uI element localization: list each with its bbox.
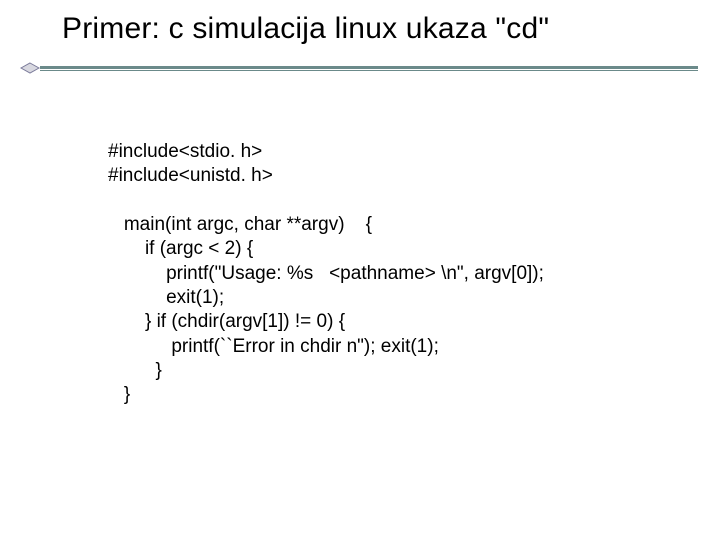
title-rule [0,60,720,78]
slide-title: Primer: c simulacija linux ukaza "cd" [62,12,549,46]
rule-line-thick [40,66,698,69]
code-block: #include<stdio. h> #include<unistd. h> m… [108,140,680,407]
rule-line-thin [40,70,698,71]
slide: Primer: c simulacija linux ukaza "cd" #i… [0,0,720,540]
diamond-icon [20,62,40,74]
